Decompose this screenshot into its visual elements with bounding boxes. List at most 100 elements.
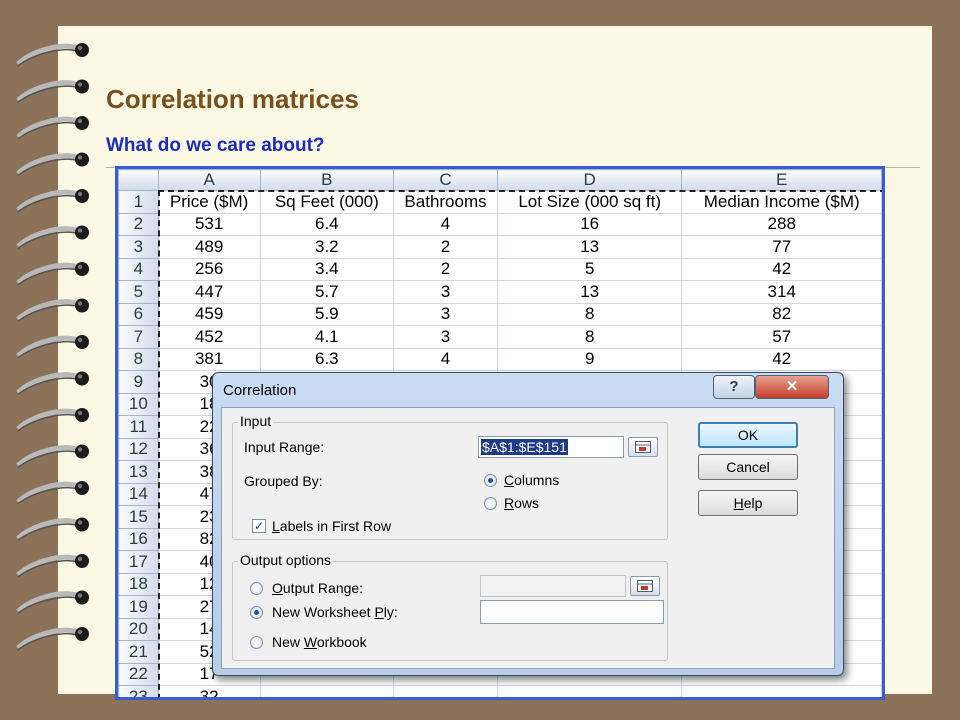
row-header[interactable]: 16 <box>118 527 159 551</box>
help-button[interactable]: Help <box>698 490 798 516</box>
data-cell[interactable] <box>393 685 498 697</box>
data-cell[interactable]: 3.4 <box>259 257 395 281</box>
new-worksheet-ply-radio[interactable] <box>250 606 263 619</box>
data-cell[interactable]: 77 <box>681 235 882 259</box>
row-header[interactable]: 3 <box>118 235 159 259</box>
header-cell[interactable]: Sq Feet (000) <box>259 190 395 214</box>
output-range-field[interactable] <box>480 575 626 597</box>
table-row: 2 531 6.4 4 16 288 <box>118 212 882 236</box>
output-range-radio[interactable] <box>250 582 263 595</box>
columns-radio[interactable] <box>484 474 497 487</box>
new-workbook-radio[interactable] <box>250 636 263 649</box>
data-cell[interactable]: 13 <box>496 280 683 304</box>
input-range-field[interactable]: $A$1:$E$151 <box>478 436 624 458</box>
new-worksheet-name-field[interactable] <box>480 600 664 624</box>
input-range-picker-button[interactable] <box>628 437 658 457</box>
data-cell[interactable]: 3 <box>393 280 498 304</box>
data-cell[interactable]: 16 <box>496 212 683 236</box>
data-cell[interactable] <box>496 685 683 697</box>
data-cell[interactable]: 82 <box>681 302 882 326</box>
data-cell[interactable]: 4.1 <box>259 325 395 349</box>
row-header[interactable]: 20 <box>118 617 159 641</box>
data-cell[interactable]: 314 <box>681 280 882 304</box>
row-header[interactable]: 17 <box>118 550 159 574</box>
data-cell[interactable]: 6.3 <box>259 347 395 371</box>
column-header[interactable]: D <box>496 169 683 191</box>
header-cell[interactable]: Median Income ($M) <box>681 190 882 214</box>
select-all-corner[interactable] <box>118 169 159 191</box>
data-cell[interactable]: 13 <box>496 235 683 259</box>
data-cell[interactable]: 42 <box>681 257 882 281</box>
column-header[interactable]: E <box>681 169 882 191</box>
data-cell[interactable]: 2 <box>393 257 498 281</box>
data-cell[interactable]: 4 <box>393 347 498 371</box>
row-header[interactable]: 4 <box>118 257 159 281</box>
data-cell[interactable]: 256 <box>157 257 261 281</box>
column-header[interactable]: C <box>393 169 498 191</box>
row-header[interactable]: 2 <box>118 212 159 236</box>
row-header[interactable]: 8 <box>118 347 159 371</box>
ok-button[interactable]: OK <box>698 422 798 448</box>
output-range-picker-button[interactable] <box>630 576 660 596</box>
new-workbook-label[interactable]: New Workbook <box>272 634 367 650</box>
row-header[interactable]: 6 <box>118 302 159 326</box>
data-cell[interactable]: 42 <box>681 347 882 371</box>
rows-radio-label[interactable]: Rows <box>504 495 539 511</box>
header-cell[interactable]: Price ($M) <box>157 190 261 214</box>
data-cell[interactable]: 452 <box>157 325 261 349</box>
row-header[interactable]: 12 <box>118 437 159 461</box>
row-header[interactable]: 11 <box>118 415 159 439</box>
data-cell[interactable]: 3.2 <box>259 235 395 259</box>
cancel-button[interactable]: Cancel <box>698 454 798 480</box>
data-cell[interactable]: 447 <box>157 280 261 304</box>
data-cell[interactable]: 5 <box>496 257 683 281</box>
data-cell[interactable]: 4 <box>393 212 498 236</box>
row-header[interactable]: 23 <box>118 685 159 697</box>
new-worksheet-ply-label[interactable]: New Worksheet Ply: <box>272 604 398 620</box>
row-header[interactable]: 22 <box>118 662 159 686</box>
data-cell[interactable]: 489 <box>157 235 261 259</box>
data-cell[interactable]: 2 <box>393 235 498 259</box>
row-header[interactable]: 18 <box>118 572 159 596</box>
data-cell[interactable]: 6.4 <box>259 212 395 236</box>
row-header[interactable]: 21 <box>118 640 159 664</box>
header-cell[interactable]: Bathrooms <box>393 190 498 214</box>
rows-radio[interactable] <box>484 497 497 510</box>
labels-first-row-checkbox[interactable]: ✓ <box>252 519 266 533</box>
output-range-label[interactable]: Output Range: <box>272 580 363 596</box>
row-header[interactable]: 13 <box>118 460 159 484</box>
data-cell[interactable]: 32 <box>157 685 261 697</box>
row-header[interactable]: 5 <box>118 280 159 304</box>
output-group-legend: Output options <box>238 552 334 568</box>
row-header[interactable]: 9 <box>118 370 159 394</box>
data-cell[interactable] <box>259 685 395 697</box>
data-cell[interactable]: 3 <box>393 302 498 326</box>
data-cell[interactable]: 288 <box>681 212 882 236</box>
header-cell[interactable]: Lot Size (000 sq ft) <box>496 190 683 214</box>
data-cell[interactable]: 8 <box>496 302 683 326</box>
data-cell[interactable]: 9 <box>496 347 683 371</box>
data-cell[interactable]: 531 <box>157 212 261 236</box>
data-cell[interactable]: 8 <box>496 325 683 349</box>
data-cell[interactable]: 3 <box>393 325 498 349</box>
data-cell[interactable]: 57 <box>681 325 882 349</box>
labels-first-row-label[interactable]: Labels in First Row <box>272 518 391 534</box>
column-header[interactable]: A <box>157 169 261 191</box>
data-cell[interactable]: 459 <box>157 302 261 326</box>
data-cell[interactable] <box>681 685 882 697</box>
row-header[interactable]: 14 <box>118 482 159 506</box>
columns-radio-label[interactable]: Columns <box>504 472 559 488</box>
data-cell[interactable]: 5.7 <box>259 280 395 304</box>
data-cell[interactable]: 381 <box>157 347 261 371</box>
row-header[interactable]: 1 <box>118 190 159 214</box>
table-row: 3 489 3.2 2 13 77 <box>118 235 882 259</box>
row-header[interactable]: 10 <box>118 392 159 416</box>
column-header[interactable]: B <box>259 169 395 191</box>
title-help-button[interactable]: ? <box>713 375 755 399</box>
title-close-button[interactable]: ✕ <box>755 375 829 399</box>
row-header[interactable]: 7 <box>118 325 159 349</box>
data-cell[interactable]: 5.9 <box>259 302 395 326</box>
row-header[interactable]: 19 <box>118 595 159 619</box>
row-header[interactable]: 15 <box>118 505 159 529</box>
input-range-value: $A$1:$E$151 <box>481 439 568 455</box>
